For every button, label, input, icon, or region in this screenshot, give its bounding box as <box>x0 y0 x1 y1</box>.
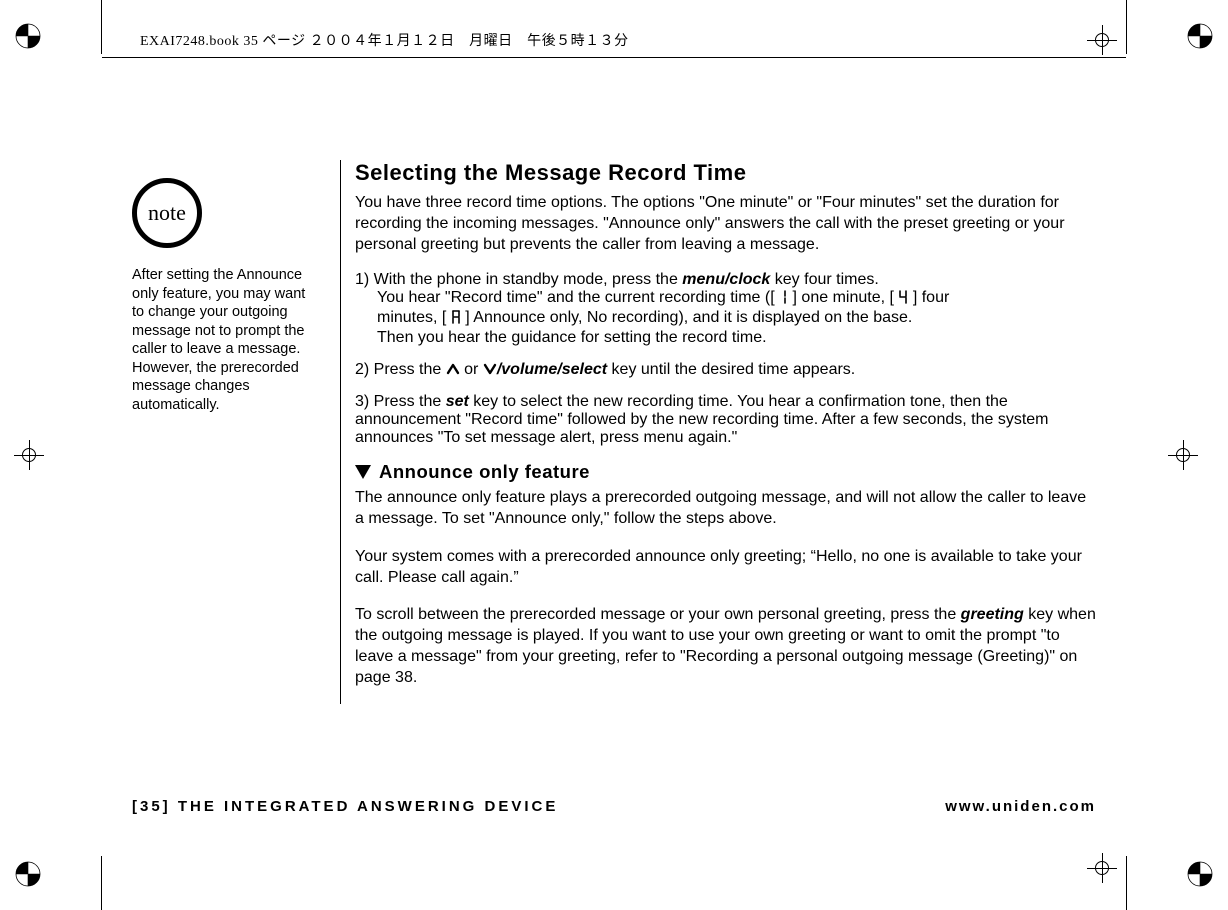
step2-lead: 2) Press the <box>355 361 446 378</box>
step1-tail: key four times. <box>770 271 878 288</box>
sub-p2: Your system comes with a prerecorded ann… <box>355 546 1096 588</box>
lcd-digit-4-icon <box>898 290 908 309</box>
step-3: 3) Press the set key to select the new r… <box>355 393 1096 447</box>
page-title: Selecting the Message Record Time <box>355 160 1096 186</box>
up-caret-icon <box>446 362 460 374</box>
crosshair-icon <box>1168 433 1214 479</box>
header-rule <box>102 57 1126 58</box>
menu-clock-key: menu/clock <box>682 271 770 288</box>
lcd-digit-a-icon <box>451 310 461 329</box>
down-caret-icon <box>483 362 497 374</box>
step3-lead: 3) Press the <box>355 393 446 410</box>
note-badge-icon: note <box>132 178 202 248</box>
step2-mid: or <box>464 361 483 378</box>
note-badge-label: note <box>148 200 186 226</box>
step1-line3a: minutes, [ <box>377 309 451 326</box>
main-content: Selecting the Message Record Time You ha… <box>340 160 1096 704</box>
footer-right: www.uniden.com <box>945 798 1096 815</box>
crosshair-icon <box>14 433 60 479</box>
registration-mark-icon <box>1186 22 1214 50</box>
page-footer: [35] THE INTEGRATED ANSWERING DEVICE www… <box>132 798 1096 815</box>
set-key: set <box>446 393 469 410</box>
sub-p1: The announce only feature plays a prerec… <box>355 487 1096 529</box>
step1-line2c: ] four <box>913 289 949 306</box>
subsection-title: Announce only feature <box>379 461 590 483</box>
step1-lead: 1) With the phone in standby mode, press… <box>355 271 682 288</box>
step-1: 1) With the phone in standby mode, press… <box>355 271 1096 347</box>
footer-left: [35] THE INTEGRATED ANSWERING DEVICE <box>132 798 558 815</box>
volume-select-key: /volume/select <box>497 361 607 378</box>
subsection-heading: Announce only feature <box>355 461 1096 483</box>
sub-p3a: To scroll between the prerecorded messag… <box>355 606 961 623</box>
crop-mark <box>101 0 102 54</box>
step-2: 2) Press the or /volume/select key until… <box>355 361 1096 379</box>
triangle-down-icon <box>355 465 371 479</box>
lcd-digit-1-icon <box>779 290 788 309</box>
step1-line2a: You hear "Record time" and the current r… <box>377 289 779 306</box>
registration-mark-icon <box>14 22 42 50</box>
step1-line4: Then you hear the guidance for setting t… <box>355 329 1096 347</box>
step1-line3b: ] Announce only, No recording), and it i… <box>465 309 912 326</box>
crop-mark <box>101 856 102 910</box>
document-imprint: EXAI7248.book 35 ページ ２００４年１月１２日 月曜日 午後５時… <box>140 30 629 50</box>
greeting-key: greeting <box>961 606 1024 623</box>
crosshair-icon <box>1087 846 1133 892</box>
step2-tail: key until the desired time appears. <box>607 361 855 378</box>
registration-mark-icon <box>1186 860 1214 888</box>
registration-mark-icon <box>14 860 42 888</box>
intro-paragraph: You have three record time options. The … <box>355 192 1096 255</box>
note-body: After setting the Announce only feature,… <box>132 266 312 414</box>
step1-line2b: ] one minute, [ <box>793 289 899 306</box>
sub-p3: To scroll between the prerecorded messag… <box>355 604 1096 688</box>
